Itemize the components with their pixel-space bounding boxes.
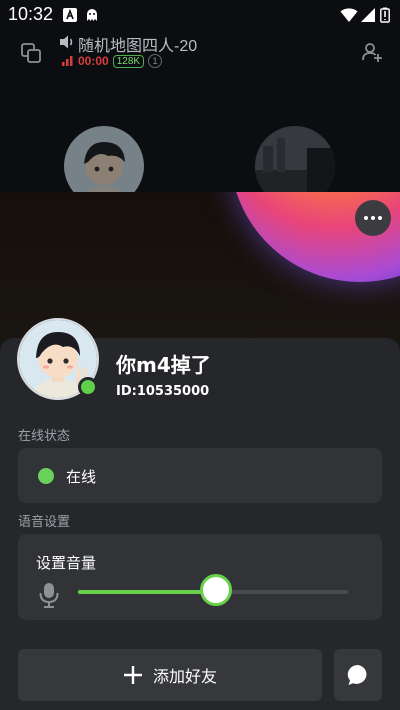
profile-name: 你m4掉了	[116, 353, 211, 377]
room-timer: 00:00	[78, 54, 109, 68]
online-status-dot	[38, 468, 54, 484]
add-friend-button[interactable]: 添加好友	[18, 649, 322, 701]
more-horizontal-icon	[364, 216, 368, 220]
volume-card: 设置音量	[18, 534, 382, 620]
bitrate-badge: 128K	[112, 54, 145, 68]
wifi-icon	[340, 8, 358, 22]
plus-icon	[123, 666, 142, 684]
chat-button[interactable]	[334, 649, 382, 701]
status-time: 10:32	[8, 4, 54, 24]
status-bar: 10:32	[0, 0, 400, 30]
a-app-icon	[63, 8, 77, 22]
speaker-icon	[60, 35, 73, 49]
battery-icon	[380, 7, 390, 23]
voice-settings-label: 语音设置	[18, 515, 71, 530]
volume-slider-thumb[interactable]	[199, 574, 232, 606]
room-header: 随机地图四人-20 00:00 128K 1	[0, 30, 400, 80]
microphone-icon	[39, 583, 59, 608]
online-status-label: 在线状态	[18, 429, 71, 444]
online-indicator	[78, 377, 98, 397]
online-status-card[interactable]: 在线	[18, 448, 382, 503]
member-count: 1	[148, 54, 163, 68]
room-title: 随机地图四人-20	[78, 38, 198, 55]
add-friend-label: 添加好友	[152, 667, 217, 686]
volume-slider-fill	[78, 590, 216, 594]
more-button[interactable]	[355, 200, 391, 236]
switch-window-icon[interactable]	[20, 42, 42, 64]
volume-title: 设置音量	[36, 554, 97, 572]
room-stats: 00:00 128K 1	[62, 54, 163, 68]
signal-strength-icon	[62, 56, 73, 66]
chat-bubble-icon	[347, 664, 367, 685]
add-user-icon[interactable]	[360, 40, 384, 64]
signal-icon	[361, 8, 375, 22]
online-status-value: 在线	[66, 468, 97, 486]
ghost-icon	[87, 9, 97, 21]
profile-id: ID:10535000	[116, 384, 210, 399]
